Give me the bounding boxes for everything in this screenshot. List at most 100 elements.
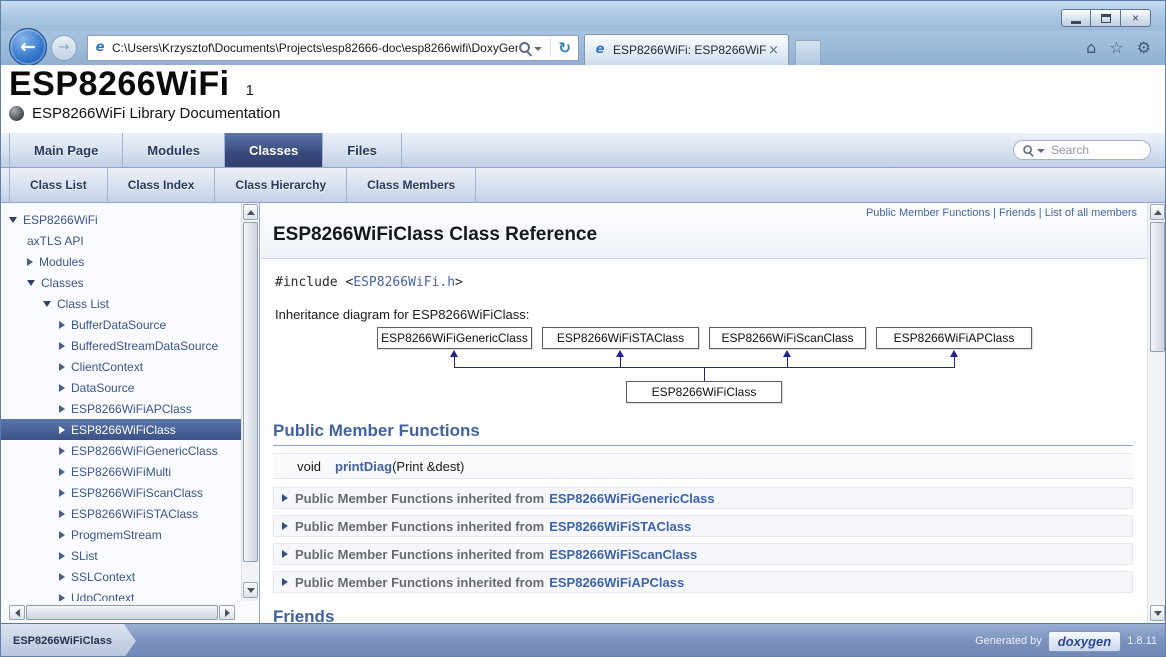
- tree-collapsed-icon[interactable]: [59, 363, 65, 371]
- diagram-node-scanclass[interactable]: ESP8266WiFiScanClass: [709, 327, 866, 349]
- forward-button[interactable]: →: [51, 35, 77, 61]
- scrollbar-thumb[interactable]: [1150, 222, 1165, 352]
- tab-class-list[interactable]: Class List: [9, 168, 108, 202]
- doxygen-logo[interactable]: doxygen: [1048, 631, 1121, 652]
- tree-item-udpcontext[interactable]: UdpContext: [1, 587, 242, 601]
- member-name-link[interactable]: printDiag: [335, 459, 392, 474]
- window-titlebar[interactable]: ×: [1, 1, 1165, 31]
- tree-collapsed-icon[interactable]: [59, 531, 65, 539]
- tools-gear-icon[interactable]: ⚙: [1137, 38, 1151, 58]
- scroll-up-button[interactable]: [1150, 204, 1165, 220]
- tab-close-icon[interactable]: ×: [766, 43, 781, 58]
- favorites-icon[interactable]: ☆: [1109, 38, 1123, 58]
- tree-item-esp8266wifi[interactable]: ESP8266WiFi: [1, 209, 242, 230]
- diagram-node-staclass[interactable]: ESP8266WiFiSTAClass: [542, 327, 699, 349]
- tree-item-axtls-api[interactable]: axTLS API: [1, 230, 242, 251]
- inherited-class-link[interactable]: ESP8266WiFiAPClass: [549, 575, 684, 590]
- browser-window: × ← → e C:\Users\Krzysztof\Documents\Pro…: [0, 0, 1166, 657]
- inherited-members-row[interactable]: Public Member Functions inherited from E…: [273, 543, 1133, 565]
- address-search-icon[interactable]: [518, 41, 532, 55]
- tree-item-modules[interactable]: Modules: [1, 251, 242, 272]
- include-prefix: #include <: [275, 275, 353, 290]
- tree-collapsed-icon[interactable]: [59, 405, 65, 413]
- tree-item-datasource[interactable]: DataSource: [1, 377, 242, 398]
- tree-item-bufferedstreamdatasource[interactable]: BufferedStreamDataSource: [1, 335, 242, 356]
- tree-collapsed-icon[interactable]: [59, 573, 65, 581]
- inherited-class-link[interactable]: ESP8266WiFiGenericClass: [549, 491, 714, 506]
- tree-collapsed-icon[interactable]: [27, 258, 33, 266]
- tree-expanded-icon[interactable]: [9, 217, 17, 223]
- tree-collapsed-icon[interactable]: [59, 552, 65, 560]
- tree-expanded-icon[interactable]: [43, 301, 51, 307]
- inherited-class-link[interactable]: ESP8266WiFiScanClass: [549, 547, 697, 562]
- scroll-right-button[interactable]: [219, 605, 235, 620]
- scroll-down-button[interactable]: [243, 582, 258, 598]
- scrollbar-thumb[interactable]: [26, 605, 218, 620]
- tab-class-members[interactable]: Class Members: [347, 168, 476, 202]
- tab-modules[interactable]: Modules: [123, 133, 225, 167]
- address-bar[interactable]: e C:\Users\Krzysztof\Documents\Projects\…: [87, 35, 579, 61]
- scrollbar-thumb[interactable]: [243, 222, 258, 562]
- tree-item-clientcontext[interactable]: ClientContext: [1, 356, 242, 377]
- tree-item-class-list[interactable]: Class List: [1, 293, 242, 314]
- tab-class-hierarchy[interactable]: Class Hierarchy: [215, 168, 347, 202]
- tab-classes[interactable]: Classes: [225, 133, 323, 167]
- home-icon[interactable]: ⌂: [1086, 38, 1096, 58]
- scroll-left-button[interactable]: [9, 605, 25, 620]
- inherited-prefix: Public Member Functions inherited from: [295, 519, 544, 534]
- tree-collapsed-icon[interactable]: [59, 384, 65, 392]
- search-options-icon[interactable]: [1037, 149, 1045, 157]
- include-file-link[interactable]: ESP8266WiFi.h: [353, 275, 455, 290]
- new-tab-button[interactable]: [795, 40, 821, 65]
- tree-item-sslcontext[interactable]: SSLContext: [1, 566, 242, 587]
- tree-item-esp8266wifiscanclass[interactable]: ESP8266WiFiScanClass: [1, 482, 242, 503]
- tree-collapsed-icon[interactable]: [59, 510, 65, 518]
- scroll-up-button[interactable]: [243, 204, 258, 220]
- browser-action-icons: ⌂ ☆ ⚙: [1086, 38, 1151, 58]
- tab-main-page[interactable]: Main Page: [9, 133, 123, 167]
- breadcrumb[interactable]: ESP8266WiFiClass: [1, 624, 136, 657]
- sidebar-horizontal-scrollbar[interactable]: [9, 604, 235, 621]
- arrow-left-icon: [15, 609, 20, 617]
- diagram-node-genericclass[interactable]: ESP8266WiFiGenericClass: [377, 327, 532, 349]
- summary-links[interactable]: Public Member Functions | Friends | List…: [866, 207, 1137, 219]
- maximize-button[interactable]: [1091, 9, 1121, 27]
- scroll-down-button[interactable]: [1150, 605, 1165, 621]
- back-button[interactable]: ←: [9, 28, 47, 66]
- minimize-button[interactable]: [1061, 9, 1091, 27]
- tree-item-esp8266wifigenericclass[interactable]: ESP8266WiFiGenericClass: [1, 440, 242, 461]
- sidebar-vertical-scrollbar[interactable]: [241, 203, 259, 601]
- address-dropdown-icon[interactable]: [534, 47, 542, 55]
- tree-collapsed-icon[interactable]: [59, 489, 65, 497]
- tab-class-index[interactable]: Class Index: [108, 168, 216, 202]
- diagram-node-apclass[interactable]: ESP8266WiFiAPClass: [876, 327, 1032, 349]
- tree-expanded-icon[interactable]: [27, 280, 35, 286]
- tree-collapsed-icon[interactable]: [59, 447, 65, 455]
- tree-item-bufferdatasource[interactable]: BufferDataSource: [1, 314, 242, 335]
- refresh-icon[interactable]: ↻: [555, 39, 574, 57]
- tree-item-classes[interactable]: Classes: [1, 272, 242, 293]
- tree-collapsed-icon[interactable]: [59, 594, 65, 602]
- tree-collapsed-icon[interactable]: [59, 426, 65, 434]
- member-row: void printDiag (Print &dest): [273, 453, 1133, 479]
- tree-item-slist[interactable]: SList: [1, 545, 242, 566]
- tree-item-esp8266wifistaclass[interactable]: ESP8266WiFiSTAClass: [1, 503, 242, 524]
- tree-item-esp8266wifiapclass[interactable]: ESP8266WiFiAPClass: [1, 398, 242, 419]
- search-input[interactable]: Search: [1013, 140, 1151, 160]
- browser-tab[interactable]: e ESP8266WiFi: ESP8266WiFi... ×: [584, 34, 789, 65]
- tree-collapsed-icon[interactable]: [59, 468, 65, 476]
- diagram-connector: [954, 357, 955, 367]
- content-vertical-scrollbar[interactable]: [1147, 203, 1166, 623]
- tree-collapsed-icon[interactable]: [59, 321, 65, 329]
- inherited-members-row[interactable]: Public Member Functions inherited from E…: [273, 515, 1133, 537]
- inherited-members-row[interactable]: Public Member Functions inherited from E…: [273, 571, 1133, 593]
- close-button[interactable]: ×: [1121, 9, 1151, 27]
- tree-item-esp8266wificlass-selected[interactable]: ESP8266WiFiClass: [1, 419, 242, 440]
- tree-collapsed-icon[interactable]: [59, 342, 65, 350]
- inherited-members-row[interactable]: Public Member Functions inherited from E…: [273, 487, 1133, 509]
- tab-files[interactable]: Files: [323, 133, 402, 167]
- tree-item-esp8266wifimulti[interactable]: ESP8266WiFiMulti: [1, 461, 242, 482]
- tree-item-progmemstream[interactable]: ProgmemStream: [1, 524, 242, 545]
- search-placeholder: Search: [1051, 143, 1089, 157]
- inherited-class-link[interactable]: ESP8266WiFiSTAClass: [549, 519, 691, 534]
